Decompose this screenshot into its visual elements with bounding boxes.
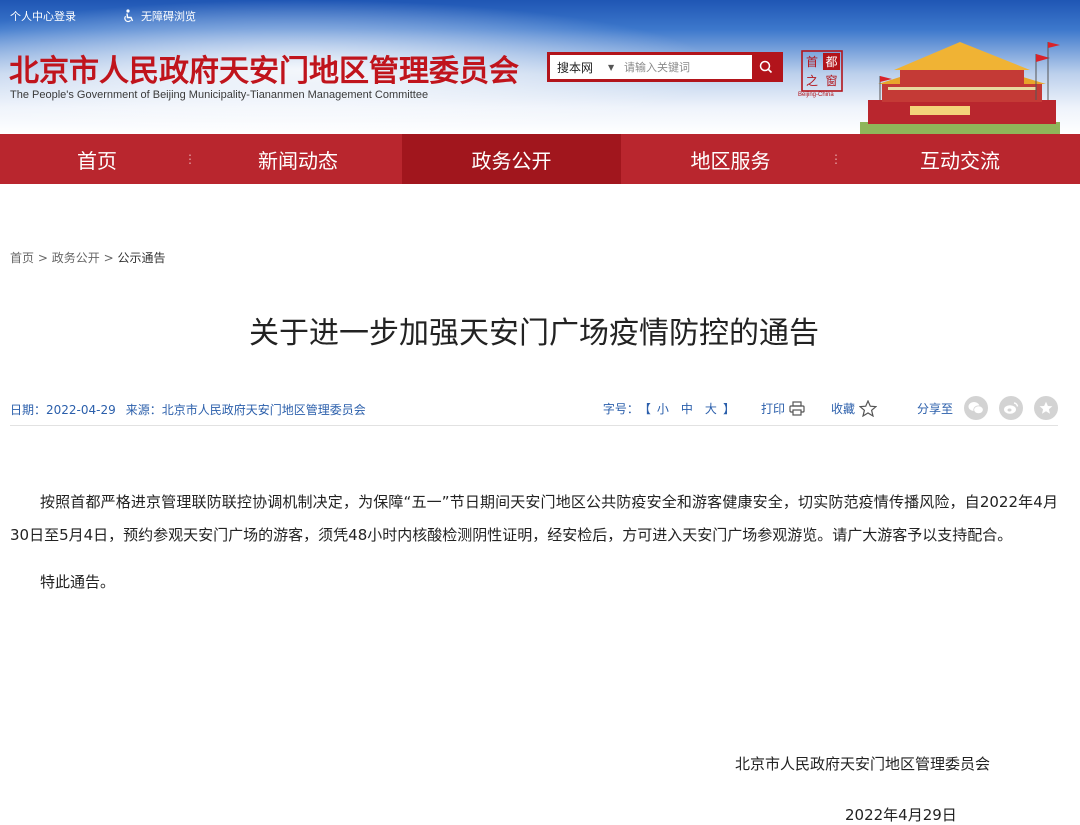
font-size-large[interactable]: 大 [705, 400, 717, 417]
print-button[interactable]: 打印 [761, 400, 805, 417]
font-size-medium[interactable]: 中 [681, 400, 693, 417]
weibo-icon [1004, 402, 1019, 414]
article-sign-date: 2022年4月29日 [845, 806, 957, 824]
accessibility-label: 无障碍浏览 [141, 10, 196, 23]
breadcrumb-separator: > [37, 251, 48, 265]
article-body: 按照首都严格进京管理联防联控协调机制决定，为保障“五一”节日期间天安门地区公共防… [10, 486, 1058, 599]
search-input[interactable] [624, 56, 746, 78]
wheelchair-icon [124, 9, 134, 23]
qzone-star-icon [1039, 401, 1053, 414]
tiananmen-gate-illustration [860, 42, 1060, 134]
source-value: 北京市人民政府天安门地区管理委员会 [161, 403, 366, 417]
breadcrumb-separator: > [103, 251, 114, 265]
capital-window-seal-logo[interactable]: 首 都 之 窗 [801, 50, 843, 92]
site-subtitle: The People's Government of Beijing Munic… [10, 89, 429, 101]
font-size-switcher: 字号： 【 小 中 大 】 [603, 400, 735, 417]
share-weibo-button[interactable] [999, 396, 1023, 420]
nav-item-label: 地区服务 [690, 148, 771, 173]
nav-item-label: 新闻动态 [258, 148, 338, 173]
share-label: 分享至 [916, 401, 953, 416]
search-icon [759, 60, 773, 74]
publish-date: 2022-04-29 [46, 403, 116, 417]
bracket-open: 【 [638, 401, 651, 416]
article-paragraph: 特此通告。 [40, 573, 116, 591]
nav-item-label: 首页 [77, 148, 117, 173]
nav-item-home[interactable]: 首页 ⋮ [0, 134, 196, 184]
caret-down-icon: ▼ [608, 62, 615, 72]
accessibility-link[interactable]: 无障碍浏览 [122, 8, 196, 24]
seal-caption: Beijing-China [798, 92, 834, 98]
search-bar: 搜本网 ▼ [547, 52, 783, 82]
seal-char: 首 [806, 55, 818, 69]
article-signature: 北京市人民政府天安门地区管理委员会 [735, 755, 991, 773]
search-scope-dropdown[interactable]: 搜本网 ▼ [550, 59, 624, 76]
top-links: 个人中心登录 无障碍浏览 [10, 8, 196, 24]
star-icon [858, 399, 877, 417]
seal-char: 都 [825, 55, 837, 69]
breadcrumb-home[interactable]: 首页 [10, 251, 34, 265]
breadcrumb: 首页 > 政务公开 > 公示通告 [10, 249, 165, 266]
breadcrumb-current[interactable]: 公示通告 [117, 251, 165, 265]
breadcrumb-section[interactable]: 政务公开 [52, 251, 100, 265]
nav-item-interaction[interactable]: 互动交流 [840, 134, 1080, 184]
user-center-login-link[interactable]: 个人中心登录 [10, 8, 76, 24]
article-meta-info: 日期：2022-04-29 来源：北京市人民政府天安门地区管理委员会 [10, 401, 366, 418]
search-inner: 搜本网 ▼ [550, 55, 752, 79]
favorite-label: 收藏 [830, 401, 855, 416]
nav-item-label: 政务公开 [471, 148, 552, 173]
printer-icon [789, 400, 805, 416]
nav-item-government-affairs[interactable]: 政务公开 [402, 134, 621, 184]
seal-char: 之 [806, 74, 818, 88]
article-tools: 字号： 【 小 中 大 】 打印 收藏 分享至 [603, 396, 1058, 420]
nav-item-district-services[interactable]: 地区服务 ⋮ [621, 134, 843, 184]
article-paragraph: 按照首都严格进京管理联防联控协调机制决定，为保障“五一”节日期间天安门地区公共防… [10, 493, 1058, 544]
article-title: 关于进一步加强天安门广场疫情防控的通告 [249, 316, 819, 351]
main-nav: 首页 ⋮ 新闻动态 政务公开 地区服务 ⋮ 互动交流 [0, 134, 1080, 184]
nav-item-news[interactable]: 新闻动态 [194, 134, 402, 184]
source-label: 来源： [125, 403, 162, 417]
font-size-label: 字号： [602, 401, 639, 416]
search-button[interactable] [752, 55, 780, 79]
article-meta-bar: 日期：2022-04-29 来源：北京市人民政府天安门地区管理委员会 字号： 【 … [10, 396, 1058, 426]
seal-char: 窗 [825, 74, 837, 88]
font-size-small[interactable]: 小 [657, 400, 669, 417]
wechat-icon [968, 402, 984, 415]
search-scope-label: 搜本网 [557, 60, 594, 75]
site-header: 个人中心登录 无障碍浏览 北京市人民政府天安门地区管理委员会 The Peopl… [0, 0, 1080, 134]
favorite-button[interactable]: 收藏 [830, 399, 877, 417]
date-label: 日期： [10, 403, 47, 417]
site-title[interactable]: 北京市人民政府天安门地区管理委员会 [9, 46, 519, 90]
share-qzone-button[interactable] [1034, 396, 1058, 420]
bracket-close: 】 [722, 401, 735, 416]
share-wechat-button[interactable] [964, 396, 988, 420]
nav-item-label: 互动交流 [920, 148, 1000, 173]
print-label: 打印 [760, 401, 785, 416]
